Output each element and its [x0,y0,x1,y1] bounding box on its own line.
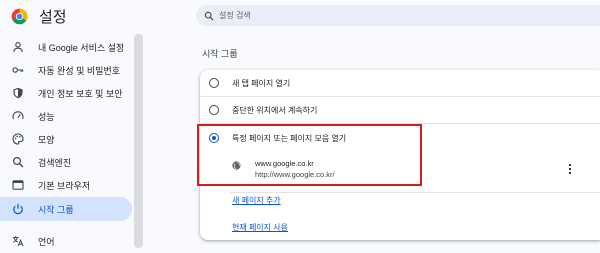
divider [230,192,600,193]
sidebar: 설정 내 Google 서비스 설정 자동 완성 및 비밀번호 개인 정보 보호… [0,0,145,248]
search-input[interactable] [219,11,519,20]
sidebar-item-on-startup[interactable]: 시작 그룹 [0,197,132,221]
search-icon [12,156,24,168]
sidebar-item-label: 언어 [38,236,55,247]
use-current-pages-link[interactable]: 현재 페이지 사용 [232,222,288,233]
key-icon [12,64,24,76]
translate-icon [12,235,24,247]
sidebar-item-label: 성능 [38,111,55,122]
sidebar-item-privacy[interactable]: 개인 정보 보호 및 보안 [0,81,132,105]
sidebar-item-languages[interactable]: 언어 [0,229,132,253]
speedometer-icon [12,110,24,122]
sidebar-item-appearance[interactable]: 모양 [0,127,132,151]
sidebar-item-label: 개인 정보 보호 및 보안 [38,88,123,99]
radio-option-continue[interactable]: 중단한 위치에서 계속하기 [200,97,600,123]
sidebar-item-label: 검색엔진 [38,157,72,168]
radio-button[interactable] [209,78,219,88]
highlight-box [197,124,422,186]
search-icon [204,11,214,21]
power-icon [12,203,24,215]
sidebar-item-default-browser[interactable]: 기본 브라우저 [0,173,132,197]
search-box[interactable] [196,5,600,26]
sidebar-item-label: 내 Google 서비스 설정 [38,42,125,53]
sidebar-item-label: 자동 완성 및 비밀번호 [38,65,121,76]
page-title: 설정 [39,8,67,26]
radio-button[interactable] [209,105,219,115]
radio-label: 새 탭 페이지 열기 [232,78,291,88]
browser-window-icon [12,179,24,191]
chrome-logo-icon [11,8,28,24]
sidebar-item-performance[interactable]: 성능 [0,104,132,128]
section-title: 시작 그룹 [202,49,238,59]
sidebar-scrollbar[interactable] [134,34,143,248]
palette-icon [12,133,24,145]
sidebar-item-autofill[interactable]: 자동 완성 및 비밀번호 [0,58,132,82]
app-header: 설정 [11,6,67,26]
sidebar-item-label: 모양 [38,134,55,145]
sidebar-item-search-engine[interactable]: 검색엔진 [0,150,132,174]
add-new-page-link[interactable]: 새 페이지 추가 [232,195,281,206]
radio-label: 중단한 위치에서 계속하기 [232,105,318,115]
sidebar-item-label: 기본 브라우저 [38,180,91,191]
sidebar-item-google-services[interactable]: 내 Google 서비스 설정 [0,35,132,59]
person-icon [12,41,24,53]
radio-option-new-tab[interactable]: 새 탭 페이지 열기 [200,70,600,96]
sidebar-item-label: 시작 그룹 [38,204,74,215]
shield-icon [12,87,24,99]
more-vert-icon[interactable] [568,163,572,175]
